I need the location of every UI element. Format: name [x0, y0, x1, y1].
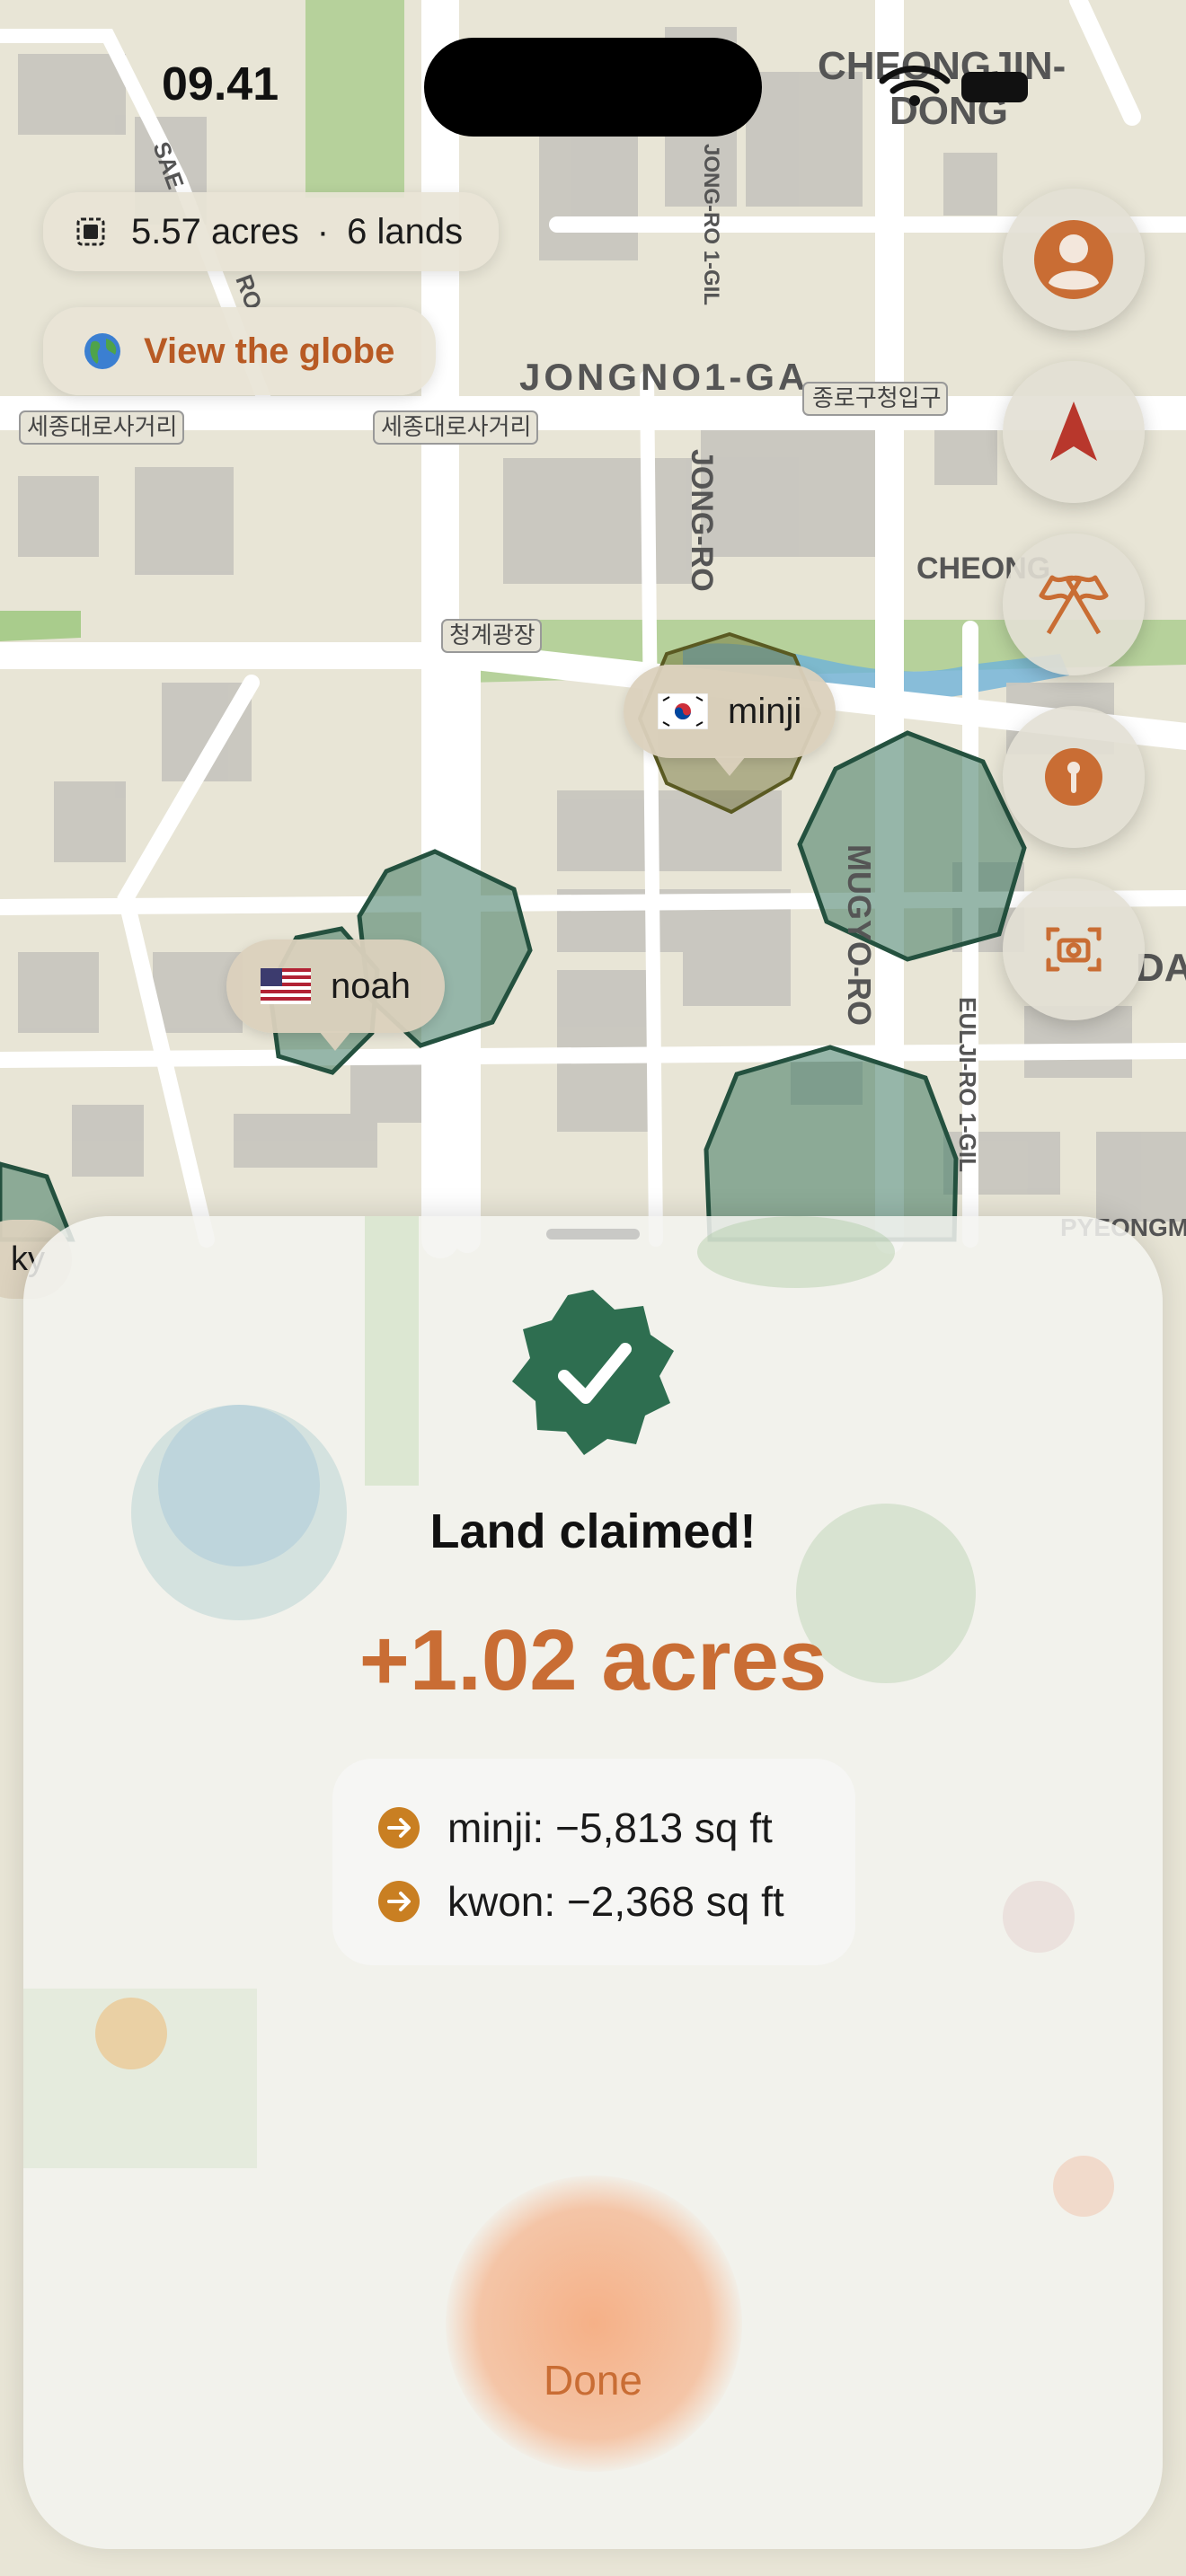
korea-flag-icon [658, 693, 708, 729]
stats-area: 5.57 acres [131, 211, 299, 251]
map-label-jong-ro-1-gil: JONG-RO 1-GIL [699, 144, 723, 305]
verified-badge-icon [512, 1290, 674, 1455]
view-globe-button[interactable]: View the globe [43, 307, 437, 395]
status-time: 09.41 [162, 58, 279, 110]
locate-button[interactable] [1003, 361, 1145, 503]
done-button[interactable]: Done [23, 2355, 1163, 2405]
arrow-right-circle-icon [378, 1807, 420, 1848]
us-flag-icon [261, 968, 311, 1004]
camera-button[interactable] [1003, 878, 1145, 1020]
user-tag-label: noah [331, 966, 411, 1006]
map-label-sejong-2: 세종대로사거리 [381, 413, 531, 440]
acres-gained: +1.02 acres [358, 1612, 828, 1708]
sheet-title: Land claimed! [429, 1504, 757, 1558]
profile-icon [1034, 220, 1113, 299]
battery-icon [961, 72, 1028, 102]
profile-button[interactable] [1003, 189, 1145, 331]
wifi-icon [879, 66, 951, 106]
map-label-jong-ro: JONG-RO [685, 449, 719, 592]
view-globe-label: View the globe [144, 331, 395, 371]
area-icon [76, 217, 105, 246]
user-tag-minji[interactable]: minji [624, 665, 836, 776]
stats-separator: · [316, 211, 330, 251]
stats-lands: 6 lands [347, 211, 464, 251]
loss-row: minji: −5,813 sq ft [377, 1804, 773, 1852]
camera-icon [1046, 927, 1102, 972]
map-label-jongno-1ga: JONGNO1-GA [519, 356, 809, 398]
map-label-sejong-1: 세종대로사거리 [27, 413, 177, 440]
loss-row: kwon: −2,368 sq ft [377, 1877, 784, 1926]
pin-icon [1045, 748, 1102, 806]
user-tag-label: minji [728, 691, 802, 731]
sheet-handle[interactable] [546, 1229, 640, 1239]
map-label-cheonggye: 청계광장 [449, 622, 535, 648]
flags-button[interactable] [1003, 534, 1145, 675]
losses-card: minji: −5,813 sq ft kwon: −2,368 sq ft [332, 1759, 855, 1965]
map-label-mugyo-ro: MUGYO-RO [841, 844, 878, 1026]
globe-icon [84, 333, 120, 369]
done-glow [446, 2175, 742, 2472]
loss-text: minji: −5,813 sq ft [447, 1804, 773, 1851]
stats-pill[interactable]: 5.57 acres · 6 lands [43, 192, 500, 271]
status-icons [879, 66, 1028, 106]
crossed-flags-icon [1039, 575, 1109, 635]
land-claimed-sheet: Land claimed! +1.02 acres minji: −5,813 … [23, 1216, 1163, 2549]
map-label-jongno-gu: 종로구청입구 [812, 384, 942, 411]
arrow-right-circle-icon [378, 1881, 420, 1922]
pin-button[interactable] [1003, 706, 1145, 848]
user-tag-noah[interactable]: noah [226, 940, 445, 1051]
map-label-eulji: EULJI-RO 1-GIL [954, 997, 981, 1172]
loss-text: kwon: −2,368 sq ft [447, 1878, 784, 1925]
dynamic-island [424, 38, 762, 137]
navigation-arrow-icon [1050, 401, 1097, 461]
